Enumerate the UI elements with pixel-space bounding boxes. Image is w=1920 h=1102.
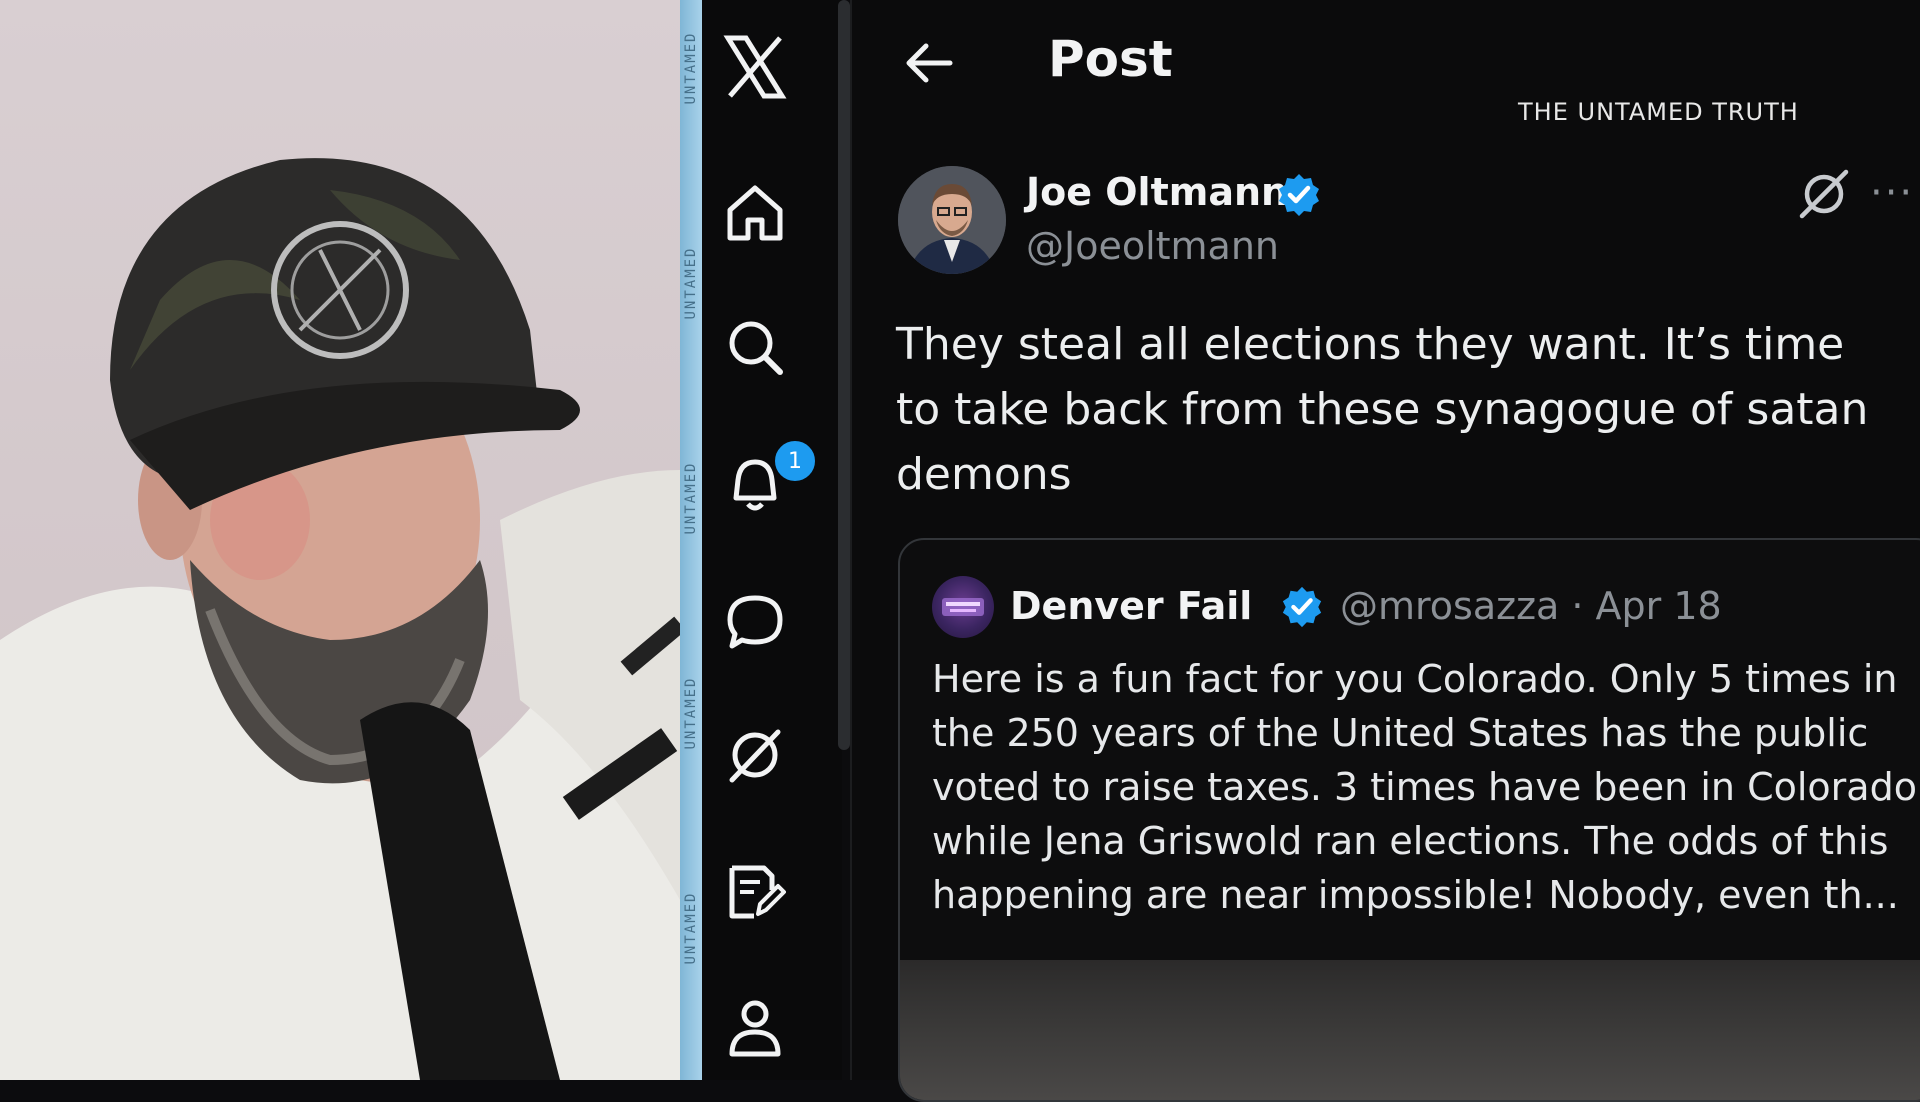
grok-icon[interactable]: [1796, 166, 1852, 222]
compose-icon[interactable]: [722, 858, 788, 924]
grok-icon[interactable]: [722, 722, 788, 788]
message-icon[interactable]: [722, 588, 788, 654]
quoted-post-text: Here is a fun fact for you Colorado. Onl…: [932, 657, 1917, 917]
webcam-video: [0, 0, 680, 1080]
x-logo-icon[interactable]: [722, 34, 788, 100]
verified-badge-icon: [1279, 174, 1319, 216]
strip-label: UNTAMED: [683, 461, 699, 535]
channel-watermark: THE UNTAMED TRUTH: [1518, 98, 1799, 126]
profile-icon[interactable]: [722, 994, 788, 1060]
author-avatar[interactable]: [898, 166, 1006, 274]
strip-label: UNTAMED: [683, 891, 699, 965]
verified-badge-icon: [1282, 586, 1322, 628]
quoted-post-card[interactable]: Denver Fail @mrosazza · Apr 18 Here is a…: [898, 538, 1920, 1102]
untamed-strip: UNTAMED UNTAMED UNTAMED UNTAMED UNTAMED: [680, 0, 702, 1080]
post-text: They steal all elections they want. It’s…: [896, 319, 1869, 500]
post-column: Post THE UNTAMED TRUTH Joe Oltmann @Joeo…: [852, 0, 1920, 1102]
notifications-bell-icon[interactable]: 1: [722, 438, 818, 516]
more-options-icon[interactable]: ···: [1870, 170, 1914, 216]
page-title: Post: [1048, 30, 1173, 88]
search-icon[interactable]: [722, 314, 788, 380]
author-handle[interactable]: @Joeoltmann: [1026, 224, 1279, 268]
strip-label: UNTAMED: [683, 246, 699, 320]
notification-badge: 1: [772, 438, 818, 484]
strip-label: UNTAMED: [683, 676, 699, 750]
quoted-handle-date: @mrosazza · Apr 18: [1340, 584, 1722, 628]
author-name[interactable]: Joe Oltmann: [1026, 170, 1288, 214]
nav-scrollbar[interactable]: [838, 0, 850, 750]
back-arrow-icon[interactable]: [902, 36, 956, 90]
streamer-image: [0, 158, 680, 1080]
sidebar-nav: 1: [702, 0, 842, 1080]
quoted-author-avatar[interactable]: [932, 576, 994, 638]
quoted-post-media[interactable]: [900, 960, 1920, 1100]
home-icon[interactable]: [722, 180, 788, 246]
strip-label: UNTAMED: [683, 31, 699, 105]
quoted-author-name[interactable]: Denver Fail: [1010, 584, 1252, 628]
